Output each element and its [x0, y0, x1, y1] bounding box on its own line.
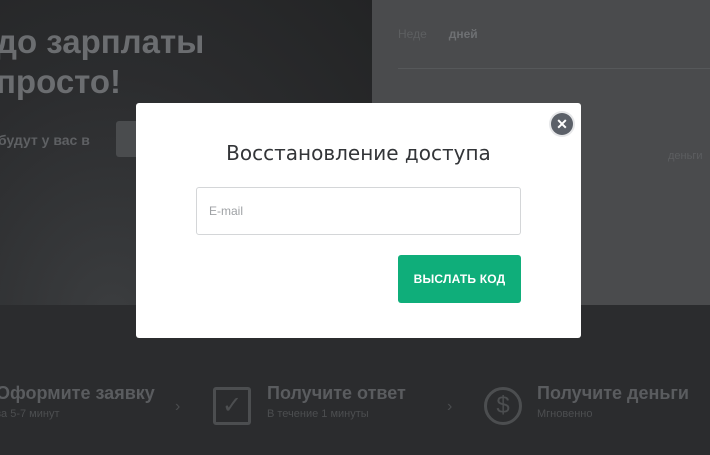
recovery-modal: ✕ Восстановление доступа ВЫСЛАТЬ КОД — [136, 103, 581, 338]
modal-title: Восстановление доступа — [226, 141, 491, 165]
email-field[interactable] — [196, 187, 521, 235]
close-icon[interactable]: ✕ — [551, 113, 573, 135]
send-code-button[interactable]: ВЫСЛАТЬ КОД — [398, 255, 521, 303]
